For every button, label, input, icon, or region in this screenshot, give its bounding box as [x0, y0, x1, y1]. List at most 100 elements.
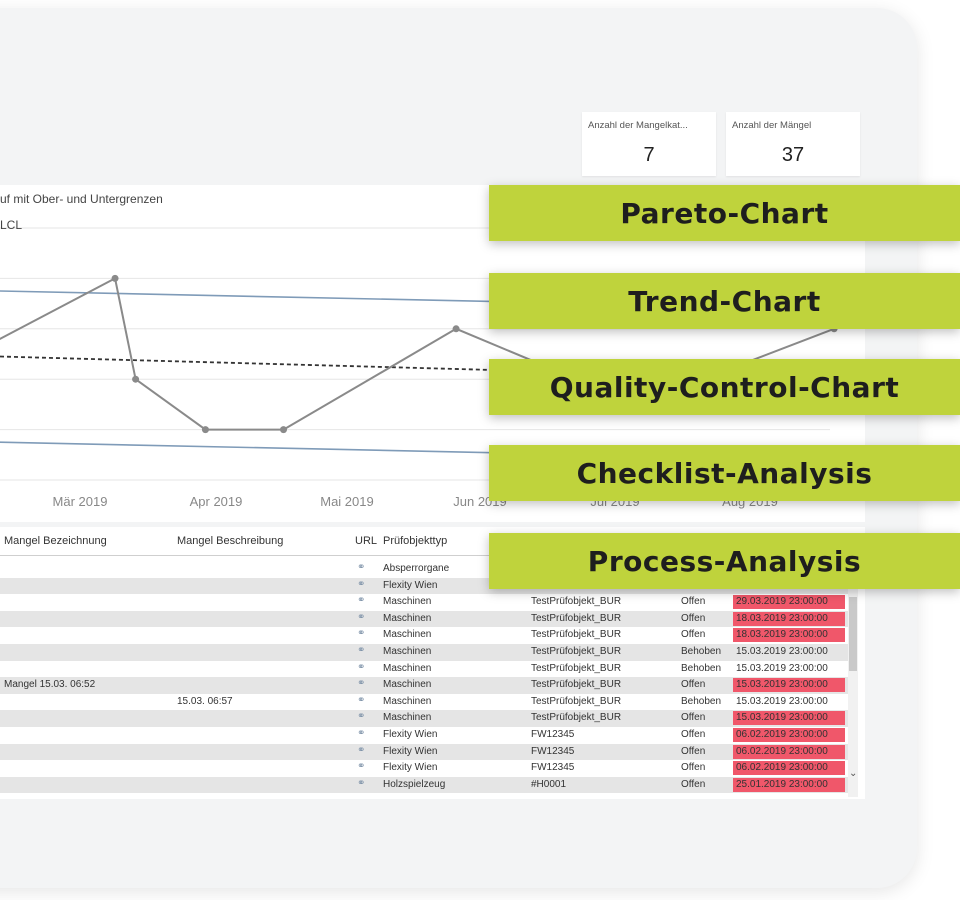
x-tick-label: Mai 2019: [320, 494, 373, 509]
col-header-bezeichnung[interactable]: Mangel Bezeichnung: [4, 535, 107, 547]
cell-datum: 15.03.2019 23:00:00: [733, 711, 845, 726]
link-icon[interactable]: ⚭: [357, 595, 365, 606]
cell-datum: 15.03.2019 23:00:00: [736, 646, 828, 657]
table-row[interactable]: ⚭ Maschinen TestPrüfobjekt_BUR Behoben 15.03…: [0, 644, 848, 661]
cell-pruefobjekttyp: Absperrorgane: [383, 563, 450, 574]
tag-pareto-chart: Pareto-Chart: [489, 185, 960, 241]
cell-pruefobjekt: TestPrüfobjekt_BUR: [531, 612, 622, 624]
data-point: [111, 274, 119, 282]
cell-status: Offen: [681, 629, 706, 641]
link-icon[interactable]: ⚭: [357, 662, 365, 673]
table-row[interactable]: ⚭ Maschinen TestPrüfobjekt_BUR Offen 18.03.2…: [0, 627, 848, 644]
data-point: [452, 325, 460, 333]
table-row[interactable]: ⚭ Flexity Wien FW12345 Offen 06.02.2019 23:0…: [0, 743, 848, 761]
link-icon[interactable]: ⚭: [357, 579, 365, 590]
cell-datum: 18.03.2019 23:00:00: [733, 628, 845, 643]
link-icon[interactable]: ⚭: [357, 695, 365, 706]
chevron-down-icon[interactable]: ⌄: [849, 768, 857, 779]
link-icon[interactable]: ⚭: [357, 778, 365, 789]
cell-beschreibung: 15.03. 06:57: [177, 695, 233, 707]
cell-status: Behoben: [681, 695, 722, 707]
cell-datum: 06.02.2019 23:00:00: [733, 728, 845, 742]
cell-datum: 15.03.2019 23:00:00: [733, 678, 845, 693]
cell-status: Offen: [681, 679, 706, 691]
cell-pruefobjekt: TestPrüfobjekt_BUR: [531, 629, 622, 641]
table-scrollbar-thumb[interactable]: [849, 597, 857, 671]
cell-datum: 18.03.2019 23:00:00: [733, 611, 845, 626]
cell-pruefobjekttyp: Maschinen: [383, 646, 432, 657]
cell-status: Offen: [681, 745, 706, 757]
data-point: [201, 426, 209, 434]
cell-pruefobjekt: TestPrüfobjekt_BUR: [531, 646, 622, 657]
cell-pruefobjekt: FW12345: [531, 729, 575, 740]
table-row[interactable]: 15.03. 06:57 ⚭ Maschinen TestPrüfobjekt_BUR…: [0, 694, 848, 711]
col-header-url[interactable]: URL: [355, 535, 377, 547]
cell-pruefobjekt: FW12345: [531, 745, 575, 757]
col-header-pruefobjekttyp[interactable]: Prüfobjekttyp: [383, 535, 447, 547]
table-row[interactable]: ⚭ Maschinen TestPrüfobjekt_BUR Offen 18.03.2…: [0, 610, 848, 628]
cell-pruefobjekt: #H0001: [531, 778, 567, 790]
tag-checklist-analysis: Checklist-Analysis: [489, 445, 960, 501]
cell-pruefobjekttyp: Flexity Wien: [383, 729, 438, 740]
table-row[interactable]: ⚭ Maschinen TestPrüfobjekt_BUR Offen 29.03.2…: [0, 594, 848, 611]
cell-pruefobjekttyp: Maschinen: [383, 596, 432, 608]
cell-status: Behoben: [681, 662, 722, 674]
link-icon[interactable]: ⚭: [357, 612, 365, 623]
data-point: [280, 426, 288, 434]
link-icon[interactable]: ⚭: [357, 728, 365, 739]
link-icon[interactable]: ⚭: [357, 645, 365, 656]
cell-pruefobjekttyp: Flexity Wien: [383, 762, 438, 774]
cell-datum: 15.03.2019 23:00:00: [736, 662, 828, 674]
cell-pruefobjekttyp: Maschinen: [383, 662, 432, 674]
link-icon[interactable]: ⚭: [357, 562, 365, 573]
table-row[interactable]: ⚭ Flexity Wien FW12345 Offen 06.02.2019 23:0…: [0, 760, 848, 777]
cell-pruefobjekt: TestPrüfobjekt_BUR: [531, 679, 622, 691]
cell-pruefobjekt: TestPrüfobjekt_BUR: [531, 695, 622, 707]
cell-pruefobjekttyp: Maschinen: [383, 712, 432, 724]
cell-pruefobjekttyp: Holzspielzeug: [383, 778, 446, 790]
col-header-beschreibung[interactable]: Mangel Beschreibung: [177, 535, 283, 547]
cell-datum: 29.03.2019 23:00:00: [733, 595, 845, 610]
cell-pruefobjekttyp: Maschinen: [383, 695, 432, 707]
cell-pruefobjekttyp: Flexity Wien: [383, 579, 438, 591]
table-row[interactable]: ⚭ Flexity Wien FW12345 Offen 06.02.2019 23:0…: [0, 727, 848, 744]
table-row[interactable]: Mangel 15.03. 06:52 ⚭ Maschinen TestPrüfobj…: [0, 677, 848, 694]
cell-datum: 15.03.2019 23:00:00: [736, 695, 828, 707]
cell-bezeichnung: Mangel 15.03. 06:52: [4, 679, 96, 691]
cell-pruefobjekttyp: Maschinen: [383, 612, 432, 624]
link-icon[interactable]: ⚭: [357, 761, 365, 772]
cell-status: Offen: [681, 596, 706, 608]
cell-status: Offen: [681, 729, 706, 740]
table-scrollbar[interactable]: [848, 560, 858, 797]
kpi-card-maengel[interactable]: Anzahl der Mängel 37: [726, 112, 860, 176]
cell-datum: 06.02.2019 23:00:00: [733, 744, 845, 759]
kpi-label: Anzahl der Mängel: [732, 120, 812, 131]
kpi-card-mangelkategorien[interactable]: Anzahl der Mangelkat... 7: [582, 112, 716, 176]
cell-status: Offen: [681, 612, 706, 624]
cell-pruefobjekt: TestPrüfobjekt_BUR: [531, 712, 622, 724]
table-row[interactable]: ⚭ Maschinen TestPrüfobjekt_BUR Offen 15.03.2…: [0, 710, 848, 727]
link-icon[interactable]: ⚭: [357, 711, 365, 722]
link-icon[interactable]: ⚭: [357, 678, 365, 689]
link-icon[interactable]: ⚭: [357, 628, 365, 639]
link-icon[interactable]: ⚭: [357, 745, 365, 756]
cell-status: Behoben: [681, 646, 722, 657]
tag-quality-control-chart: Quality-Control-Chart: [489, 359, 960, 415]
kpi-value: 7: [643, 144, 655, 166]
data-point: [132, 375, 140, 383]
kpi-label: Anzahl der Mangelkat...: [588, 120, 688, 131]
cell-pruefobjekttyp: Maschinen: [383, 679, 432, 691]
cell-pruefobjekt: FW12345: [531, 762, 575, 774]
x-tick-label: Apr 2019: [190, 494, 243, 509]
cell-pruefobjekt: TestPrüfobjekt_BUR: [531, 662, 622, 674]
kpi-value: 37: [781, 144, 805, 166]
cell-pruefobjekt: TestPrüfobjekt_BUR: [531, 596, 622, 608]
x-tick-label: Mär 2019: [53, 494, 108, 509]
chart-legend-item-lcl[interactable]: LCL: [0, 218, 22, 232]
cell-pruefobjekttyp: Maschinen: [383, 629, 432, 641]
cell-datum: 06.02.2019 23:00:00: [733, 761, 845, 776]
cell-status: Offen: [681, 778, 706, 790]
table-row[interactable]: ⚭ Holzspielzeug #H0001 Offen 25.01.2019 23:0…: [0, 776, 848, 794]
table-row[interactable]: ⚭ Maschinen TestPrüfobjekt_BUR Behoben 15.03…: [0, 661, 848, 678]
cell-datum: 25.01.2019 23:00:00: [733, 777, 845, 792]
